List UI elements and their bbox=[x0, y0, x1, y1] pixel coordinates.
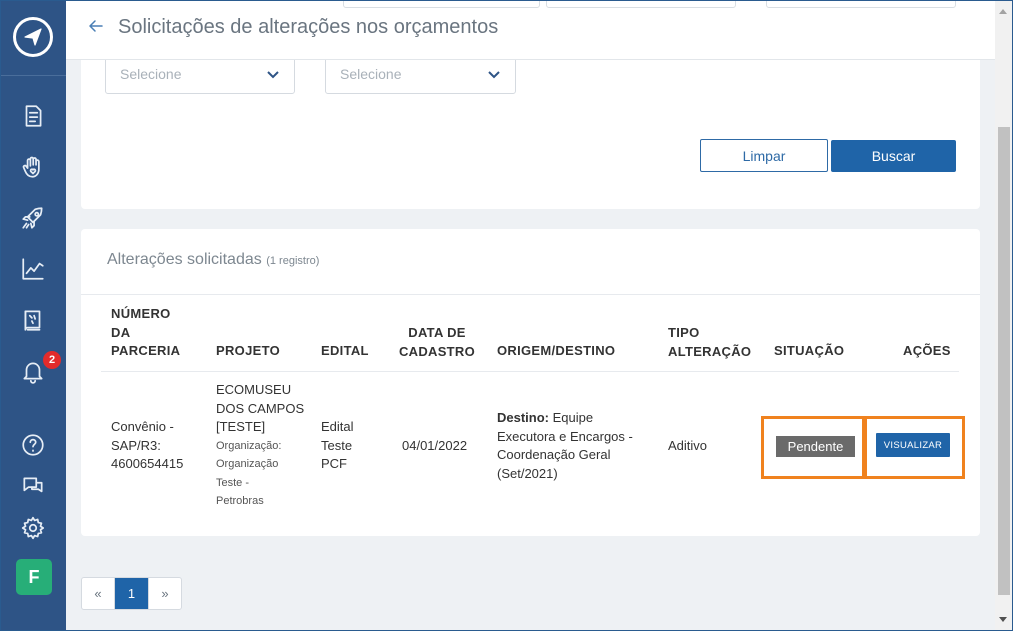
highlight-box-status bbox=[761, 416, 865, 479]
select-placeholder: Selecione bbox=[340, 66, 402, 82]
col-header-edital[interactable]: EDITAL bbox=[321, 342, 369, 361]
document-icon[interactable] bbox=[18, 101, 48, 131]
cell-projeto: ECOMUSEU DOS CAMPOS [TESTE] Organização:… bbox=[216, 382, 305, 507]
page-title: Solicitações de alterações nos orçamento… bbox=[118, 16, 499, 38]
scrollbar-thumb[interactable] bbox=[998, 127, 1010, 595]
gear-icon[interactable] bbox=[18, 513, 48, 543]
header-field-ghost bbox=[343, 0, 540, 8]
col-header-acoes: AÇÕES bbox=[903, 343, 951, 358]
hand-heart-icon[interactable] bbox=[18, 152, 48, 182]
results-count: (1 registro) bbox=[266, 255, 320, 267]
scroll-up-arrow-icon[interactable] bbox=[999, 9, 1007, 14]
user-avatar[interactable]: F bbox=[16, 559, 52, 595]
col-header-numero[interactable]: NÚMERO DA PARCERIA bbox=[111, 305, 180, 361]
search-button[interactable]: Buscar bbox=[831, 140, 956, 172]
rocket-icon[interactable] bbox=[18, 203, 48, 233]
header-field-ghost bbox=[546, 0, 736, 8]
cell-origem: Destino: Equipe Executora e Encargos - C… bbox=[497, 410, 633, 481]
filter-select-1[interactable]: Selecione bbox=[105, 54, 295, 94]
col-header-tipo[interactable]: TIPO ALTERAÇÃO bbox=[668, 324, 751, 361]
header-field-ghost bbox=[766, 0, 956, 8]
results-divider bbox=[81, 294, 980, 295]
back-arrow-icon[interactable] bbox=[87, 17, 105, 35]
col-header-origem[interactable]: ORIGEM/DESTINO bbox=[497, 342, 615, 361]
cell-data: 04/01/2022 bbox=[402, 438, 468, 453]
sidebar: 2 F bbox=[0, 0, 66, 631]
cell-numero: Convênio - SAP/R3: 4600654415 bbox=[111, 419, 184, 471]
col-header-projeto[interactable]: PROJETO bbox=[216, 342, 280, 361]
pagination-next[interactable]: » bbox=[148, 578, 181, 609]
book-icon[interactable] bbox=[18, 305, 48, 335]
filter-select-2[interactable]: Selecione bbox=[325, 54, 516, 94]
highlight-box-action bbox=[864, 416, 965, 479]
page-header: Solicitações de alterações nos orçamento… bbox=[66, 0, 995, 60]
results-title: Alterações solicitadas (1 registro) bbox=[107, 251, 319, 269]
pagination-prev[interactable]: « bbox=[82, 578, 115, 609]
select-placeholder: Selecione bbox=[120, 66, 182, 82]
chart-icon[interactable] bbox=[18, 254, 48, 284]
chat-icon[interactable] bbox=[18, 471, 48, 501]
pagination-page[interactable]: 1 bbox=[115, 578, 148, 609]
chevron-down-icon bbox=[267, 71, 279, 79]
clear-button[interactable]: Limpar bbox=[700, 139, 828, 172]
help-icon[interactable] bbox=[18, 430, 48, 460]
sidebar-divider bbox=[0, 75, 66, 76]
table-header-divider bbox=[101, 371, 959, 372]
scroll-down-arrow-icon[interactable] bbox=[999, 617, 1007, 622]
chevron-down-icon bbox=[488, 71, 500, 79]
results-title-text: Alterações solicitadas bbox=[107, 251, 262, 268]
col-header-situacao: SITUAÇÃO bbox=[774, 343, 845, 358]
col-header-data[interactable]: DATA DE CADASTRO bbox=[398, 324, 476, 361]
cell-tipo: Aditivo bbox=[668, 438, 708, 453]
pagination: « 1 » bbox=[81, 577, 182, 610]
app-logo[interactable] bbox=[13, 17, 53, 57]
notification-badge: 2 bbox=[43, 351, 61, 369]
cell-edital: Edital Teste PCF bbox=[321, 419, 354, 471]
